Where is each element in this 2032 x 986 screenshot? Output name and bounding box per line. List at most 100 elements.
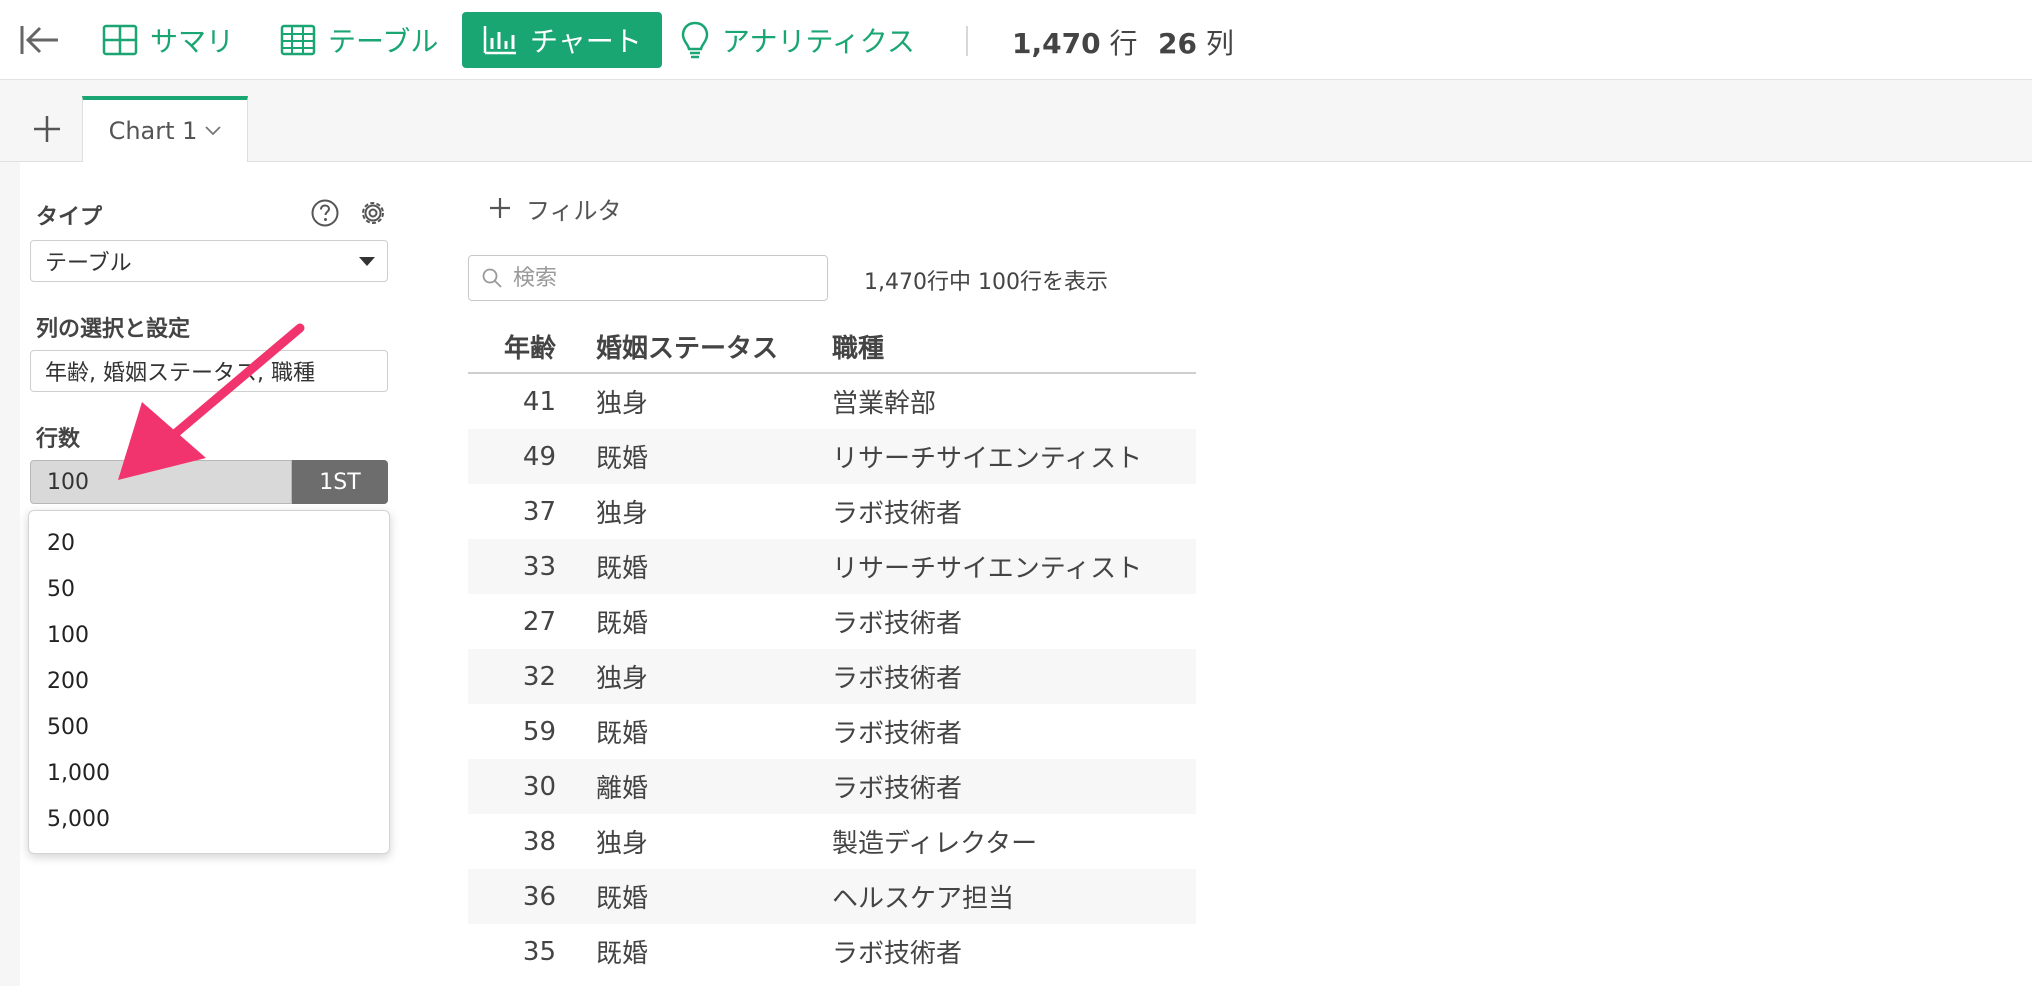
table-row: 49 既婚 リサーチサイエンティスト — [468, 429, 1196, 484]
search-icon — [482, 268, 502, 288]
table-row: 37 独身 ラボ技術者 — [468, 484, 1196, 539]
cell-age: 33 — [468, 539, 596, 594]
collapse-left-icon[interactable] — [18, 22, 62, 58]
cell-marital-status: 既婚 — [596, 539, 832, 594]
rows-option[interactable]: 5,000 — [29, 797, 389, 843]
cell-marital-status: 独身 — [596, 649, 832, 704]
chart-type-value: テーブル — [45, 251, 132, 276]
rows-option[interactable]: 200 — [29, 659, 389, 705]
chart-type-select[interactable]: テーブル — [30, 240, 388, 282]
plus-icon[interactable] — [30, 112, 64, 146]
cell-age: 27 — [522, 606, 556, 637]
rows-count-dropdown: 20 50 100 200 500 1,000 5,000 — [28, 510, 390, 854]
cell-marital-status: 離婚 — [596, 759, 832, 814]
rows-label: 行数 — [36, 427, 81, 452]
table-header-row: 年齢 婚姻ステータス 職種 — [468, 320, 1196, 374]
cell-job-role: リサーチサイエンティスト — [832, 539, 1196, 594]
header-marital-status[interactable]: 婚姻ステータス — [596, 320, 832, 374]
chevron-down-icon — [205, 126, 222, 136]
cell-marital-status: 独身 — [596, 499, 649, 529]
cell-marital-status: 既婚 — [596, 429, 832, 484]
gear-icon[interactable] — [358, 198, 388, 228]
cell-marital-status: 独身 — [596, 389, 649, 419]
cell-age: 41 — [522, 386, 556, 417]
cell-age: 38 — [522, 826, 556, 857]
row-count-unit: 行 — [1109, 27, 1138, 60]
tab-chart-1-label: Chart 1 — [108, 117, 198, 145]
chart-tab-bar: Chart 1 — [0, 80, 2032, 162]
cell-age: 35 — [522, 936, 556, 967]
header-age[interactable]: 年齢 — [468, 320, 596, 374]
table-icon — [280, 24, 316, 56]
rows-count-select[interactable]: 100 — [30, 460, 292, 504]
plus-icon — [490, 198, 510, 218]
search-box — [468, 255, 828, 301]
left-gutter — [0, 162, 20, 986]
help-icon[interactable] — [310, 198, 340, 228]
table-row: 27 既婚 ラボ技術者 — [468, 594, 1196, 649]
cell-marital-status: 独身 — [596, 829, 649, 859]
cell-job-role: ラボ技術者 — [832, 499, 963, 529]
columns-select[interactable]: 年齢, 婚姻ステータス, 職種 — [30, 350, 388, 392]
add-filter-button[interactable]: フィルタ — [488, 190, 622, 226]
column-count: 26 列 — [1158, 22, 1234, 62]
first-rows-label: 1ST — [319, 469, 361, 495]
rows-option[interactable]: 100 — [29, 613, 389, 659]
cell-age: 37 — [522, 496, 556, 527]
cell-marital-status: 既婚 — [596, 609, 649, 639]
bar-chart-icon — [483, 26, 516, 55]
table-row: 41 独身 営業幹部 — [468, 373, 1196, 429]
nav-summary-button[interactable]: サマリ — [102, 12, 234, 68]
table-row: 33 既婚 リサーチサイエンティスト — [468, 539, 1196, 594]
cell-age: 30 — [468, 759, 596, 814]
tab-chart-1[interactable]: Chart 1 — [82, 96, 248, 162]
columns-value: 年齢, 婚姻ステータス, 職種 — [45, 361, 315, 386]
cell-job-role: 営業幹部 — [832, 389, 937, 419]
nav-chart-label: チャート — [530, 25, 642, 58]
cell-marital-status: 既婚 — [596, 939, 649, 969]
rows-option[interactable]: 20 — [29, 521, 389, 567]
cell-job-role: ラボ技術者 — [832, 609, 963, 639]
cell-age: 49 — [468, 429, 596, 484]
cell-age: 36 — [468, 869, 596, 924]
nav-table-label: テーブル — [328, 25, 439, 58]
toolbar-divider — [966, 26, 968, 56]
cell-age: 59 — [522, 716, 556, 747]
table-row: 36 既婚 ヘルスケア担当 — [468, 869, 1196, 924]
cell-marital-status: 既婚 — [596, 719, 649, 749]
table-row: 32 独身 ラボ技術者 — [468, 649, 1196, 704]
nav-table-button[interactable]: テーブル — [280, 12, 438, 68]
table-row: 59 既婚 ラボ技術者 — [468, 704, 1196, 759]
table-row: 30 離婚 ラボ技術者 — [468, 759, 1196, 814]
header-job-role[interactable]: 職種 — [832, 320, 1196, 374]
rows-option[interactable]: 500 — [29, 705, 389, 751]
first-rows-button[interactable]: 1ST — [292, 460, 388, 504]
lightbulb-icon — [681, 21, 709, 59]
cell-job-role: ラボ技術者 — [832, 649, 1196, 704]
cell-job-role: ラボ技術者 — [832, 759, 1196, 814]
rows-count-value: 100 — [47, 469, 89, 495]
type-label: タイプ — [36, 205, 103, 230]
nav-analytics-button[interactable]: アナリティクス — [680, 12, 915, 68]
cell-job-role: リサーチサイエンティスト — [832, 429, 1196, 484]
add-filter-label: フィルタ — [526, 196, 622, 225]
cell-job-role: 製造ディレクター — [832, 829, 1038, 859]
cell-age: 32 — [468, 649, 596, 704]
rows-shown-text: 1,470行中 100行を表示 — [864, 270, 1108, 295]
data-table: 年齢 婚姻ステータス 職種 41 独身 営業幹部 49 既婚 リサーチサイエンテ… — [468, 320, 1196, 979]
rows-option[interactable]: 50 — [29, 567, 389, 613]
nav-chart-button[interactable]: チャート — [462, 12, 662, 68]
columns-label: 列の選択と設定 — [36, 317, 191, 342]
rows-option[interactable]: 1,000 — [29, 751, 389, 797]
grid-icon — [102, 24, 138, 56]
search-input[interactable] — [511, 264, 815, 292]
nav-analytics-label: アナリティクス — [722, 25, 915, 58]
table-row: 38 独身 製造ディレクター — [468, 814, 1196, 869]
cell-job-role: ラボ技術者 — [832, 939, 963, 969]
cell-job-role: ラボ技術者 — [832, 719, 963, 749]
top-toolbar: サマリ テーブル チャート アナリティクス 1,470 行 26 列 — [0, 0, 2032, 80]
nav-summary-label: サマリ — [150, 25, 235, 58]
table-row: 35 既婚 ラボ技術者 — [468, 924, 1196, 979]
caret-down-icon — [359, 257, 375, 266]
cell-job-role: ヘルスケア担当 — [832, 869, 1196, 924]
